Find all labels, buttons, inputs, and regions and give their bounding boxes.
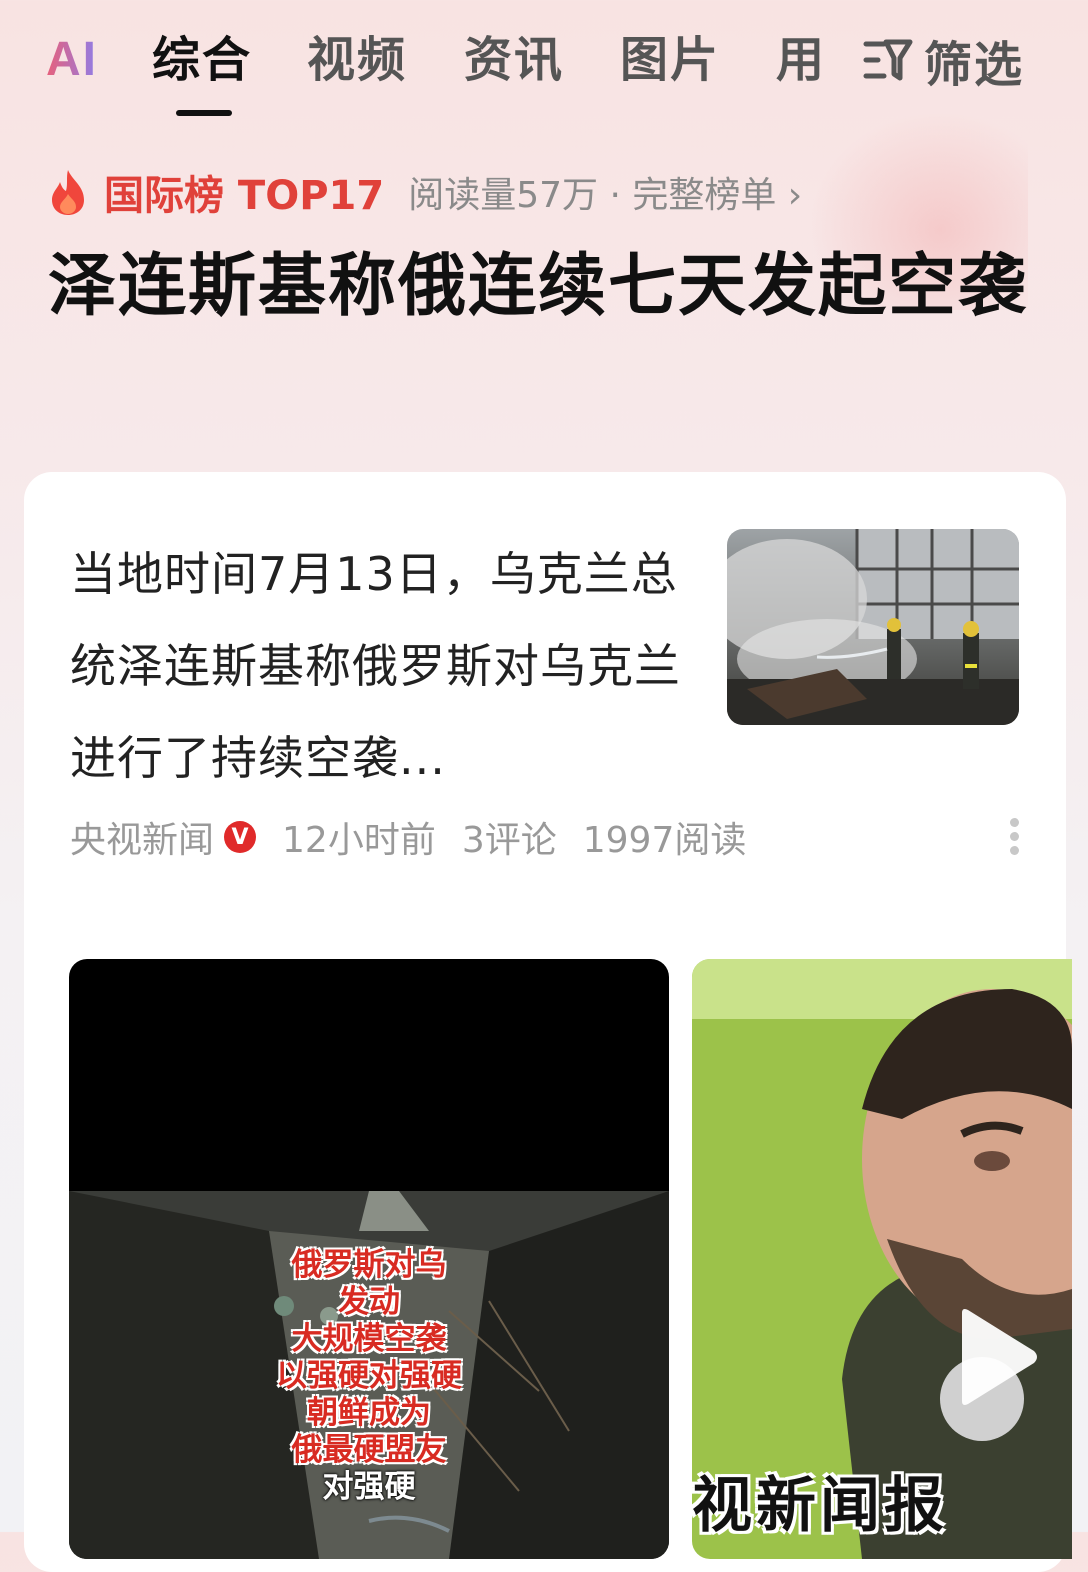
comment-count: 3评论 [461, 820, 557, 861]
tab-users[interactable]: 用 [776, 28, 826, 92]
result-card: 当地时间7月13日，乌克兰总统泽连斯基称俄罗斯对乌克兰进行了持续空袭... 央视… [24, 472, 1072, 1572]
ranking-row[interactable]: 国际榜 TOP17 阅读量57万 · 完整榜单 › [48, 162, 802, 222]
page-title[interactable]: 泽连斯基称俄连续七天发起空袭 [48, 238, 1038, 336]
publish-time: 12小时前 [282, 820, 436, 861]
more-options-icon[interactable] [1006, 814, 1022, 862]
fire-scene-image [727, 529, 1019, 725]
active-tab-indicator [176, 110, 232, 116]
caption-line: 大规模空袭 [291, 1321, 447, 1357]
video-caption: 俄罗斯对乌 发动 大规模空袭 以强硬对强硬 朝鲜成为 俄最硬盟友 对强硬 [69, 1247, 669, 1506]
full-ranking-link[interactable]: 阅读量57万 · 完整榜单 › [408, 166, 802, 218]
video-card[interactable]: 俄罗斯对乌 发动 大规模空袭 以强硬对强硬 朝鲜成为 俄最硬盟友 对强硬 [69, 959, 669, 1559]
filter-button[interactable]: 筛选 [862, 28, 1025, 93]
play-icon[interactable] [954, 1307, 1040, 1407]
search-tab-bar: AI 综合 视频 资讯 图片 用 筛选 [0, 0, 1088, 120]
article-summary[interactable]: 当地时间7月13日，乌克兰总统泽连斯基称俄罗斯对乌克兰进行了持续空袭... [70, 528, 700, 804]
caption-line: 发动 [338, 1284, 400, 1320]
source-name[interactable]: 央视新闻 [70, 811, 214, 863]
article-meta: 央视新闻 V 12小时前 3评论 1997阅读 [70, 812, 772, 862]
flame-icon [52, 170, 84, 215]
caption-line: 俄最硬盟友 [291, 1432, 447, 1468]
video-overlay-text: 视新闻报 [692, 1471, 948, 1541]
caption-line-white: 对强硬 [322, 1469, 416, 1505]
ranking-label: 国际榜 TOP17 [104, 173, 385, 219]
verified-badge-icon: V [224, 821, 257, 853]
filter-label: 筛选 [924, 37, 1025, 93]
tab-images[interactable]: 图片 [620, 28, 720, 92]
caption-line: 以强硬对强硬 [276, 1358, 462, 1394]
article-thumbnail[interactable] [727, 529, 1019, 725]
tab-video[interactable]: 视频 [307, 28, 407, 92]
caption-line: 朝鲜成为 [307, 1395, 431, 1431]
caption-line: 俄罗斯对乌 [291, 1247, 447, 1283]
filter-icon [863, 39, 913, 81]
tab-ai[interactable]: AI [46, 28, 98, 92]
tab-comprehensive[interactable]: 综合 [152, 28, 252, 92]
tab-news[interactable]: 资讯 [464, 28, 564, 92]
read-count: 1997阅读 [582, 820, 747, 861]
video-card[interactable]: 视新闻报 [692, 959, 1072, 1559]
